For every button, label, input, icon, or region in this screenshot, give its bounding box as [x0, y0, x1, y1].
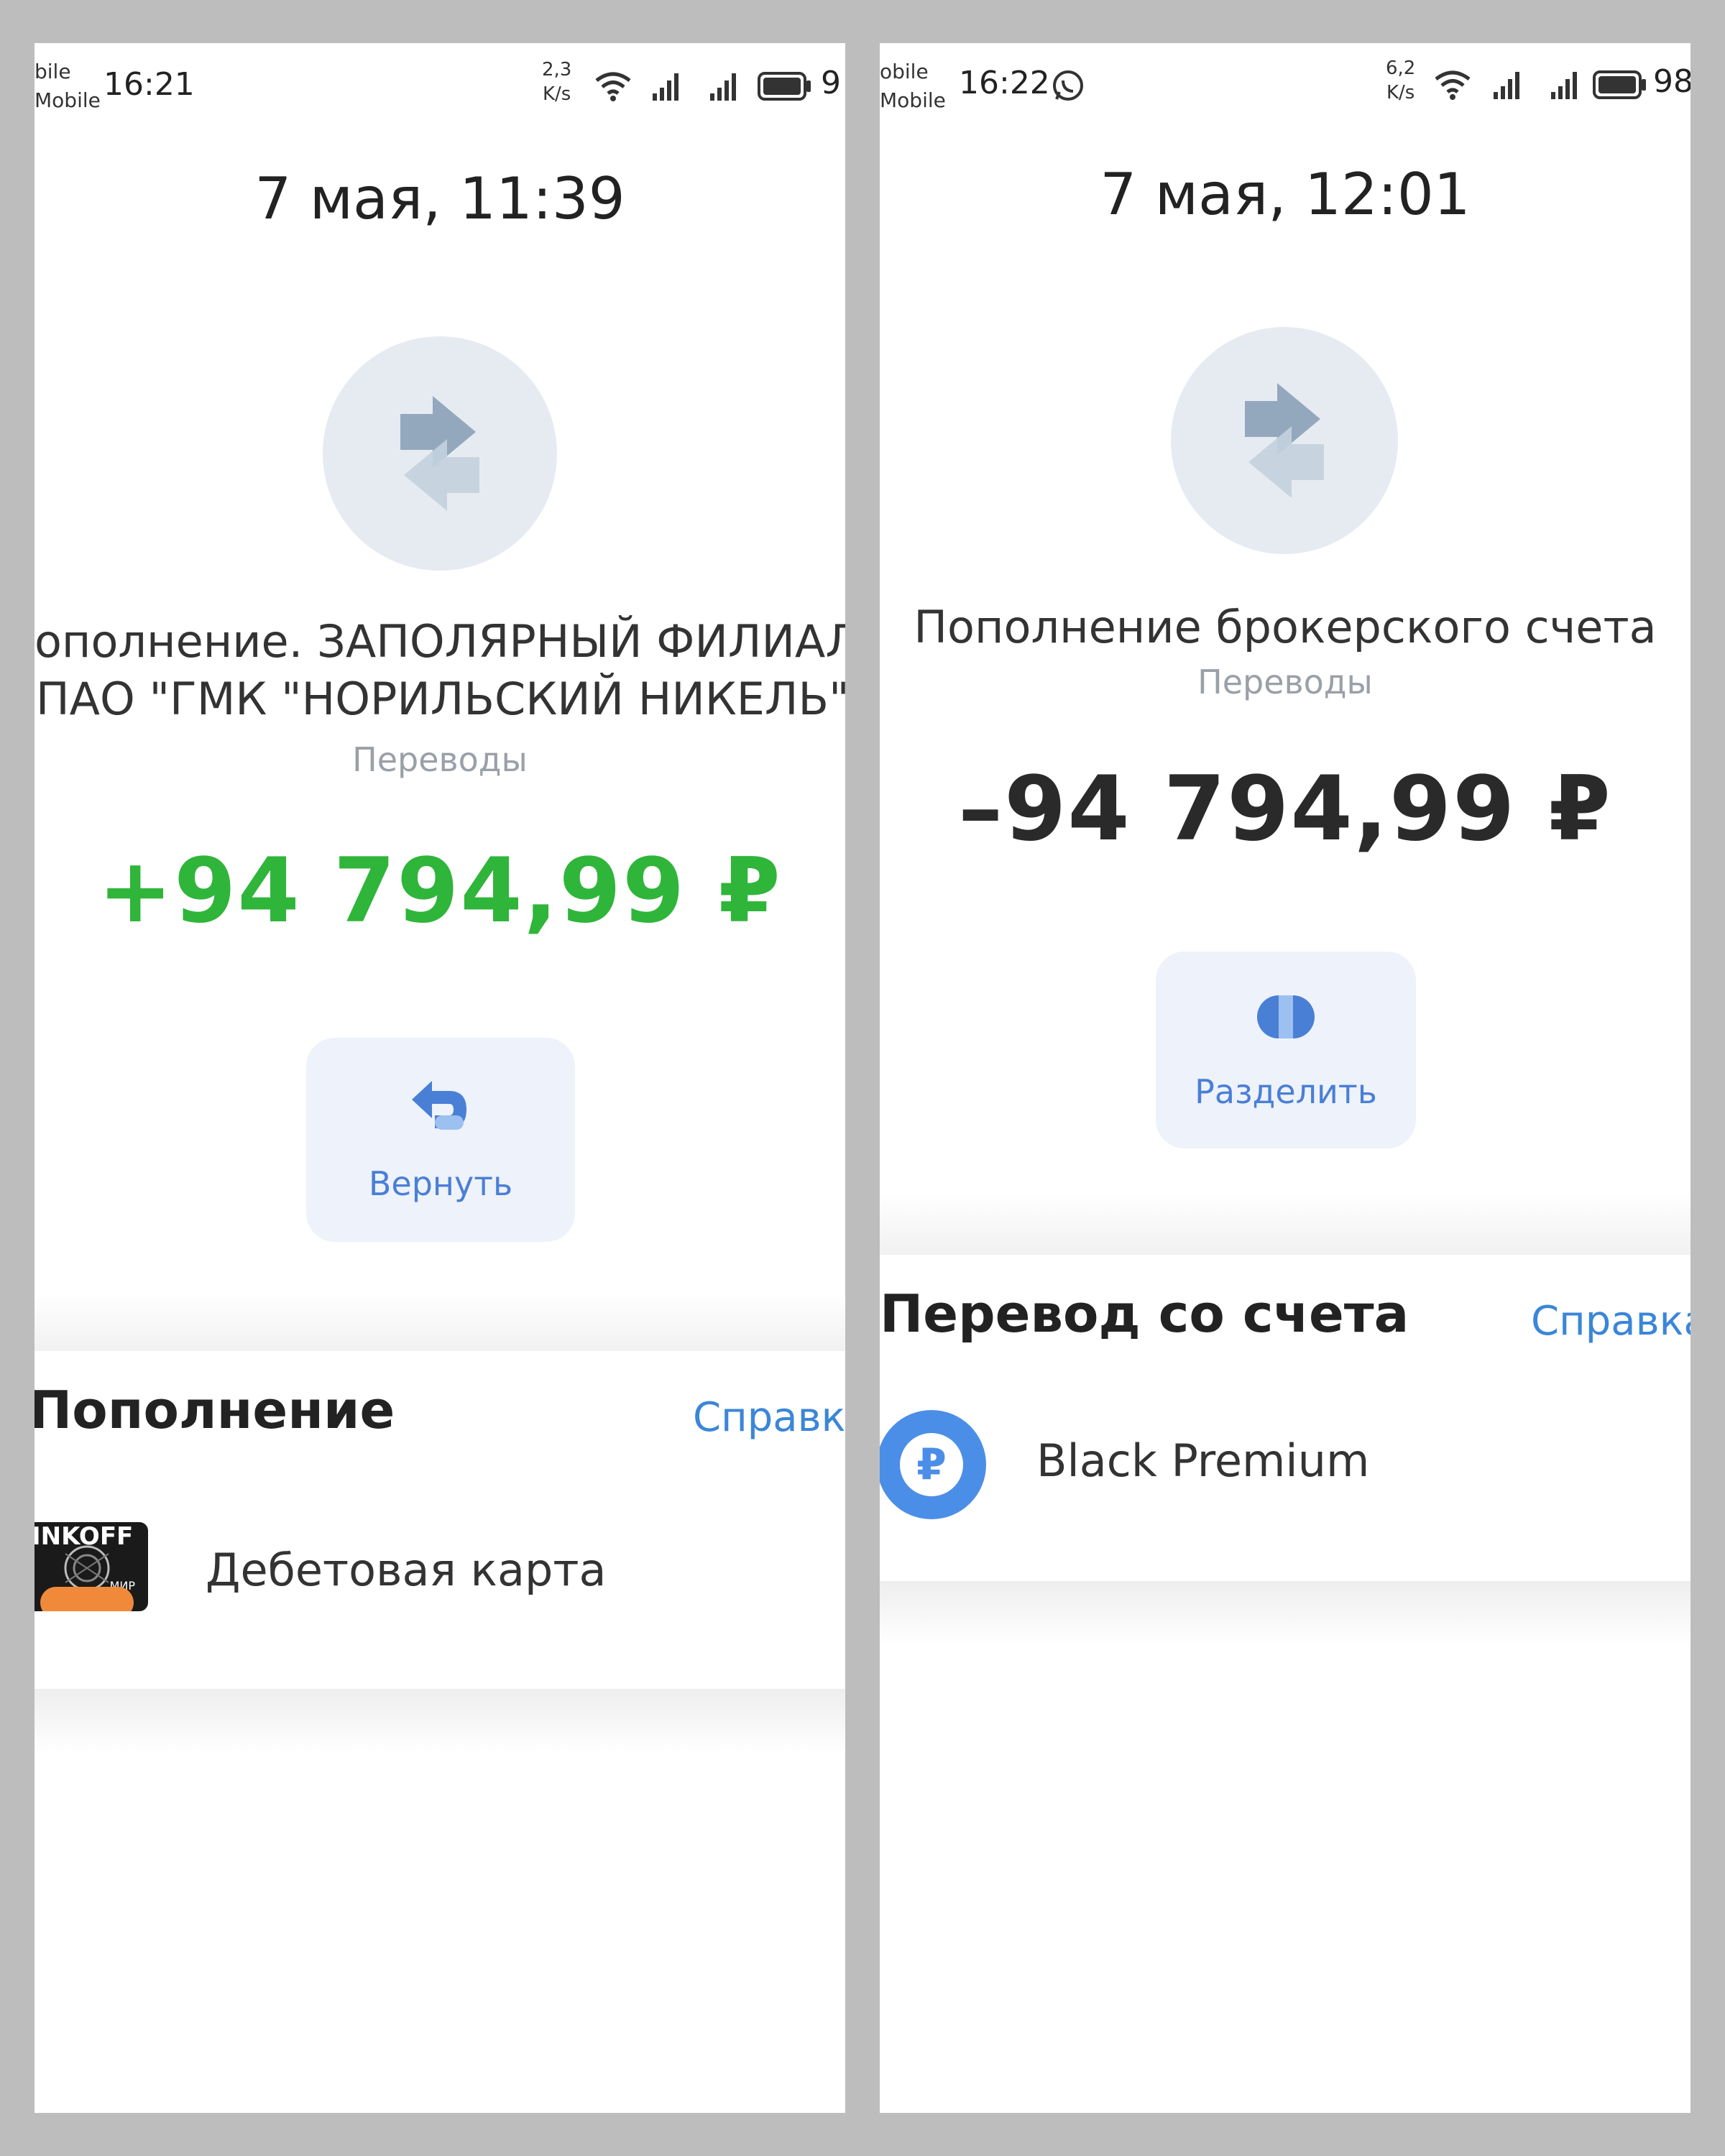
signal-icon	[1494, 72, 1519, 99]
battery-icon	[758, 72, 811, 101]
transfer-arrows-icon	[400, 396, 479, 511]
transfer-arrows-icon	[1245, 383, 1324, 498]
signal-icon	[710, 73, 736, 101]
battery-level: 9	[821, 65, 841, 101]
help-link[interactable]: Справка	[693, 1394, 845, 1441]
split-icon	[1257, 995, 1315, 1038]
section-title: Перевод со счета	[880, 1284, 1409, 1344]
transaction-date: 7 мая, 12:01	[1100, 161, 1471, 228]
signal-icon	[1551, 72, 1577, 99]
section-separator	[880, 1193, 1690, 1255]
clock: 16:22	[959, 65, 1050, 101]
carrier-label: obile Mobile	[880, 60, 946, 112]
battery-level: 98	[1653, 63, 1690, 100]
return-button-label: Вернуть	[368, 1164, 513, 1203]
transaction-category: Переводы	[1197, 663, 1373, 701]
return-button[interactable]: Вернуть	[306, 1038, 575, 1242]
help-link[interactable]: Справка	[1531, 1298, 1690, 1345]
transaction-icon	[1171, 327, 1398, 554]
whatsapp-icon	[1053, 70, 1083, 101]
right-screen: obile Mobile 16:22 6,2 K/s 98 7 мая, 12:…	[880, 43, 1690, 2113]
split-button-label: Разделить	[1195, 1072, 1377, 1111]
status-bar: obile Mobile 16:22 6,2 K/s 98	[880, 43, 1690, 129]
debit-card-thumbnail: INKOFF МИР	[34, 1522, 148, 1611]
transaction-title-line2: ПАО "ГМК "НОРИЛЬСКИЙ НИКЕЛЬ"	[36, 673, 845, 725]
ruble-icon: ₽	[880, 1410, 986, 1519]
clock: 16:21	[104, 66, 195, 103]
section-separator	[34, 1689, 845, 1754]
left-screen: bile Mobile 16:21 2,3 K/s 9 7 мая, 11:39…	[34, 43, 845, 2113]
split-button[interactable]: Разделить	[1156, 952, 1416, 1148]
status-bar: bile Mobile 16:21 2,3 K/s 9	[34, 43, 845, 129]
section-separator	[34, 1294, 845, 1351]
account-label[interactable]: Black Premium	[1036, 1434, 1369, 1487]
wifi-icon	[1435, 70, 1471, 100]
transaction-title-line1: ополнение. ЗАПОЛЯРНЫЙ ФИЛИАЛ	[34, 615, 845, 668]
carrier-label: bile Mobile	[34, 60, 101, 112]
section-separator	[880, 1581, 1690, 1646]
transaction-category: Переводы	[352, 740, 528, 779]
debit-card-label[interactable]: Дебетовая карта	[206, 1544, 606, 1596]
transaction-date: 7 мая, 11:39	[254, 165, 625, 232]
transaction-icon	[323, 336, 557, 571]
signal-icon	[653, 73, 678, 101]
network-speed: 2,3 K/s	[542, 59, 572, 105]
transaction-title: Пополнение брокерского счета	[914, 601, 1657, 653]
section-title: Пополнение	[34, 1380, 395, 1440]
transaction-amount: –94 794,99 ₽	[958, 757, 1612, 861]
network-speed: 6,2 K/s	[1386, 57, 1416, 103]
wifi-icon	[595, 72, 631, 101]
transaction-amount: +94 794,99 ₽	[98, 839, 782, 943]
return-icon	[412, 1081, 466, 1130]
battery-icon	[1593, 70, 1646, 99]
